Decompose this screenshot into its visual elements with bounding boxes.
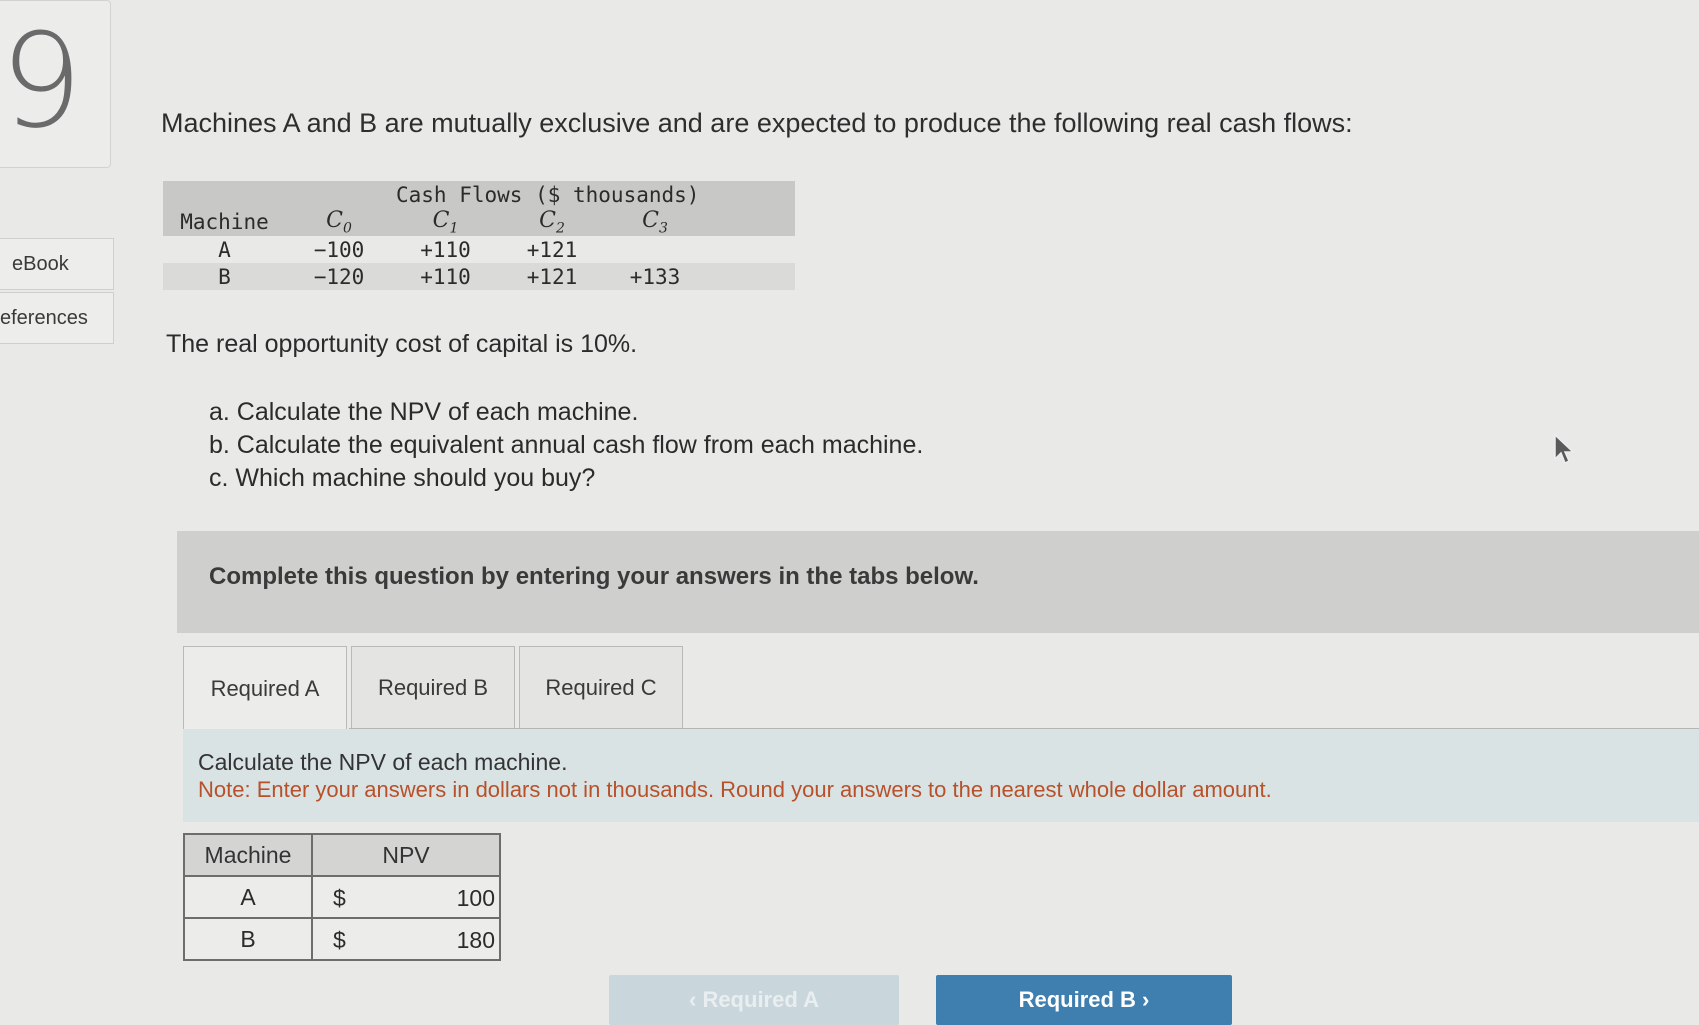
col-header-c1: C1 (392, 208, 499, 237)
npv-answer-table: Machine NPV A $ 100 B $ 180 (183, 833, 501, 961)
instruction-text: Calculate the NPV of each machine. (198, 749, 568, 775)
instruction-panel: Calculate the NPV of each machine. Note:… (183, 729, 1699, 822)
question-number: 9 (0, 5, 83, 157)
question-c: c. Which machine should you buy? (209, 464, 596, 492)
instruction-note: Note: Enter your answers in dollars not … (198, 777, 1272, 802)
next-required-button[interactable]: Required B › (936, 975, 1232, 1025)
prev-required-button[interactable]: ‹ Required A (609, 975, 899, 1025)
col-header-c3: C3 (605, 208, 705, 237)
npv-header-npv: NPV (311, 833, 501, 877)
cash-flow-row: B −120 +110 +121 +133 (163, 263, 795, 291)
complete-banner-text: Complete this question by entering your … (209, 563, 979, 590)
npv-input-b[interactable]: $ 180 (311, 917, 501, 961)
currency-symbol: $ (333, 885, 346, 911)
tab-required-a[interactable]: Required A (183, 646, 347, 731)
cell-c2: +121 (526, 237, 578, 262)
currency-symbol: $ (333, 927, 346, 953)
npv-machine-a: A (183, 875, 313, 919)
cell-c1: +110 (420, 237, 471, 262)
cell-c2: +121 (499, 263, 605, 291)
question-b: b. Calculate the equivalent annual cash … (209, 431, 924, 459)
npv-input-a[interactable]: $ 100 (311, 875, 501, 919)
answer-tabs: Required A Required B Required C (183, 646, 683, 731)
cell-c1: +110 (392, 263, 499, 291)
question-list: a. Calculate the NPV of each machine. b.… (209, 396, 923, 495)
cell-c0: −120 (286, 263, 392, 291)
npv-value-a[interactable]: 100 (457, 885, 495, 912)
cash-flow-row: A −100 +110 +121 (163, 236, 795, 263)
opportunity-cost-text: The real opportunity cost of capital is … (166, 330, 638, 358)
tab-required-c[interactable]: Required C (519, 646, 683, 729)
cell-c3 (605, 236, 705, 263)
table-row: A $ 100 (183, 875, 501, 919)
ebook-button[interactable]: eBook (0, 238, 114, 290)
tab-required-b[interactable]: Required B (351, 646, 515, 729)
complete-banner: Complete this question by entering your … (177, 531, 1699, 633)
col-header-c2: C2 (499, 208, 605, 237)
table-row: B $ 180 (183, 917, 501, 961)
question-a: a. Calculate the NPV of each machine. (209, 398, 639, 426)
col-header-c0: C0 (286, 208, 392, 237)
references-button[interactable]: eferences (0, 292, 114, 344)
cell-machine: B (163, 263, 286, 291)
npv-machine-b: B (183, 917, 313, 961)
cell-machine: A (218, 237, 231, 262)
cell-c3: +133 (605, 263, 705, 291)
npv-header-machine: Machine (183, 833, 313, 877)
question-intro: Machines A and B are mutually exclusive … (161, 108, 1353, 138)
cash-flow-title: Cash Flows ($ thousands) (286, 181, 705, 208)
cell-c0: −100 (313, 237, 365, 262)
machine-header: Machine (163, 208, 286, 237)
question-number-panel: 9 (0, 0, 111, 168)
mouse-cursor-icon (1554, 433, 1575, 465)
cash-flow-table: Cash Flows ($ thousands) Machine C0 C1 C… (163, 181, 795, 291)
npv-value-b[interactable]: 180 (457, 927, 495, 954)
